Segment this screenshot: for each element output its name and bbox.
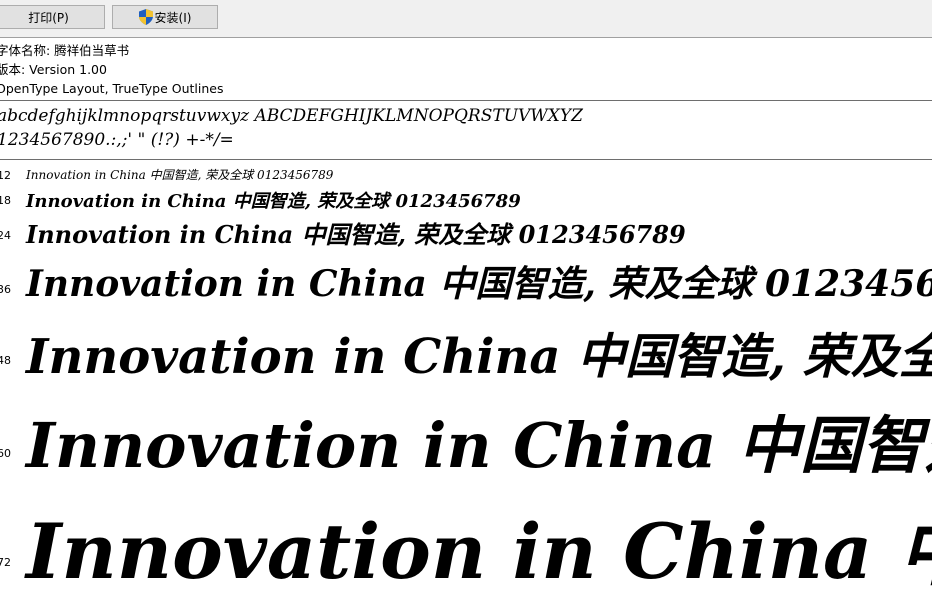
sample-text: Innovation in China 中国智造, 荣及全球 012345678… xyxy=(26,168,334,182)
separator xyxy=(0,100,932,101)
sample-size-label: 72 xyxy=(0,556,11,569)
sample-row-48: 48 Innovation in China 中国智造, 荣及全球 012345… xyxy=(0,317,932,385)
print-button-label: 打印(P) xyxy=(28,10,69,25)
separator xyxy=(0,159,932,160)
sample-text: Innovation in China 中国智造, 荣及全球 012345678… xyxy=(26,263,932,305)
sample-size-label: 60 xyxy=(0,447,11,460)
sample-text: Innovation in China 中国智造, 荣及全球 012345678… xyxy=(26,191,521,212)
print-button[interactable]: 打印(P) xyxy=(0,5,105,29)
font-info: 字体名称: 腾祥伯当草书 版本: Version 1.00 OpenType L… xyxy=(0,41,223,98)
sample-size-label: 18 xyxy=(0,194,11,207)
sample-row-12: 12 Innovation in China 中国智造, 荣及全球 012345… xyxy=(0,166,932,186)
font-type-line: OpenType Layout, TrueType Outlines xyxy=(0,81,224,96)
uac-shield-icon xyxy=(138,9,153,25)
install-button[interactable]: 安装(I) xyxy=(112,5,218,29)
sample-row-36: 36 Innovation in China 中国智造, 荣及全球 012345… xyxy=(0,255,932,307)
character-set-preview: abcdefghijklmnopqrstuvwxyz ABCDEFGHIJKLM… xyxy=(0,104,583,152)
sample-text: Innovation in China 中国智造, 荣及全球 012345678… xyxy=(26,507,932,596)
sample-size-label: 24 xyxy=(0,229,11,242)
sample-row-18: 18 Innovation in China 中国智造, 荣及全球 012345… xyxy=(0,187,932,213)
sample-size-label: 36 xyxy=(0,283,11,296)
sample-size-label: 48 xyxy=(0,354,11,367)
font-name-line: 字体名称: 腾祥伯当草书 xyxy=(0,43,130,58)
sample-row-24: 24 Innovation in China 中国智造, 荣及全球 012345… xyxy=(0,215,932,251)
sample-text: Innovation in China 中国智造, 荣及全球 012345678… xyxy=(26,409,932,482)
sample-text: Innovation in China 中国智造, 荣及全球 012345678… xyxy=(26,220,686,249)
sample-size-label: 12 xyxy=(0,169,11,182)
sample-row-60: 60 Innovation in China 中国智造, 荣及全球 012345… xyxy=(0,395,932,482)
toolbar: 打印(P) 安装(I) xyxy=(0,0,932,38)
charset-letters: abcdefghijklmnopqrstuvwxyz ABCDEFGHIJKLM… xyxy=(0,106,583,126)
sample-text: Innovation in China 中国智造, 荣及全球 012345678… xyxy=(26,329,932,385)
install-button-label: 安装(I) xyxy=(154,10,192,25)
sample-row-72: 72 Innovation in China 中国智造, 荣及全球 012345… xyxy=(0,490,932,596)
font-version-line: 版本: Version 1.00 xyxy=(0,62,107,77)
charset-digits: 1234567890.:,;' " (!?) +-*/= xyxy=(0,130,234,150)
